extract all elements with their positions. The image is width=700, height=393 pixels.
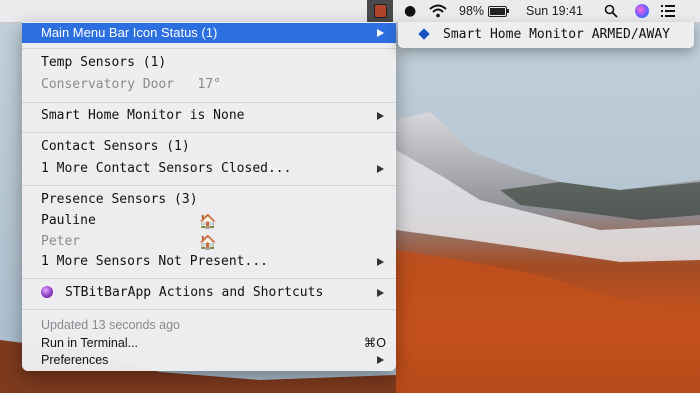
presence-sensors-header: Presence Sensors (3) xyxy=(22,190,396,210)
menu-item-preferences[interactable]: Preferences xyxy=(22,350,396,370)
diamond-icon xyxy=(418,28,430,40)
menu-item-label: Smart Home Monitor is None xyxy=(41,108,245,123)
temp-sensors-header: Temp Sensors (1) xyxy=(22,53,396,73)
submenu-arrow-icon xyxy=(377,29,384,37)
person-name: Peter xyxy=(41,234,81,249)
updated-status: Updated 13 seconds ago xyxy=(22,315,396,335)
submenu-arrow-icon xyxy=(377,289,384,297)
submenu-arrow-icon xyxy=(377,258,384,266)
section-title: Presence Sensors (3) xyxy=(41,192,198,207)
temp-sensor-item[interactable]: Conservatory Door 17° xyxy=(22,75,396,95)
battery-icon[interactable] xyxy=(488,6,509,17)
siri-icon[interactable] xyxy=(635,4,649,18)
menu-item-presence-more[interactable]: 1 More Sensors Not Present... xyxy=(22,252,396,272)
menu-item-label: Preferences xyxy=(41,353,109,367)
menu-item-label: 1 More Contact Sensors Closed... xyxy=(41,161,292,176)
house-icon: 🏠 xyxy=(199,214,217,230)
menu-item-actions-shortcuts[interactable]: STBitBarApp Actions and Shortcuts xyxy=(22,283,396,303)
search-icon[interactable] xyxy=(604,4,618,18)
bubble-icon[interactable]: ● xyxy=(404,3,416,19)
menu-item-label: Main Menu Bar Icon Status (1) xyxy=(41,25,218,40)
person-name: Pauline xyxy=(41,213,96,228)
separator xyxy=(22,278,396,279)
notification-center-icon[interactable] xyxy=(661,5,675,17)
menu-item-contact-more[interactable]: 1 More Contact Sensors Closed... xyxy=(22,159,396,179)
menu-bar: ● 98% Sun 19:41 xyxy=(0,0,700,23)
section-title: Temp Sensors (1) xyxy=(41,55,167,70)
menu-item-icon-status[interactable]: Main Menu Bar Icon Status (1) xyxy=(22,23,396,43)
submenu-arrow-icon xyxy=(377,165,384,173)
house-icon: 🏠 xyxy=(199,235,217,251)
crystal-ball-icon xyxy=(41,286,53,298)
separator xyxy=(22,102,396,103)
stbitbar-status-icon[interactable] xyxy=(367,0,393,22)
presence-item-pauline[interactable]: Pauline 🏠 xyxy=(22,211,396,231)
submenu-arrow-icon xyxy=(377,356,384,364)
separator xyxy=(22,185,396,186)
submenu-arrow-icon xyxy=(377,112,384,120)
separator xyxy=(22,48,396,49)
section-title: Contact Sensors (1) xyxy=(41,139,190,154)
smart-home-icon xyxy=(374,4,387,18)
presence-item-peter[interactable]: Peter 🏠 xyxy=(22,232,396,252)
menu-item-label: STBitBarApp Actions and Shortcuts xyxy=(65,285,324,300)
contact-sensors-header: Contact Sensors (1) xyxy=(22,137,396,157)
updated-label: Updated 13 seconds ago xyxy=(41,318,180,332)
wifi-icon[interactable] xyxy=(429,4,447,18)
battery-percent[interactable]: 98% xyxy=(459,0,484,22)
submenu-item-shm-status[interactable]: Smart Home Monitor ARMED/AWAY xyxy=(443,22,670,48)
status-submenu: Smart Home Monitor ARMED/AWAY xyxy=(398,22,694,48)
stbitbar-dropdown-menu: Main Menu Bar Icon Status (1) Temp Senso… xyxy=(22,22,396,371)
clock[interactable]: Sun 19:41 xyxy=(526,0,583,22)
menu-item-label: 1 More Sensors Not Present... xyxy=(41,254,268,269)
temp-sensor-reading: Conservatory Door 17° xyxy=(41,77,222,92)
menu-item-smart-home-monitor[interactable]: Smart Home Monitor is None xyxy=(22,106,396,126)
separator xyxy=(22,132,396,133)
separator xyxy=(22,309,396,310)
